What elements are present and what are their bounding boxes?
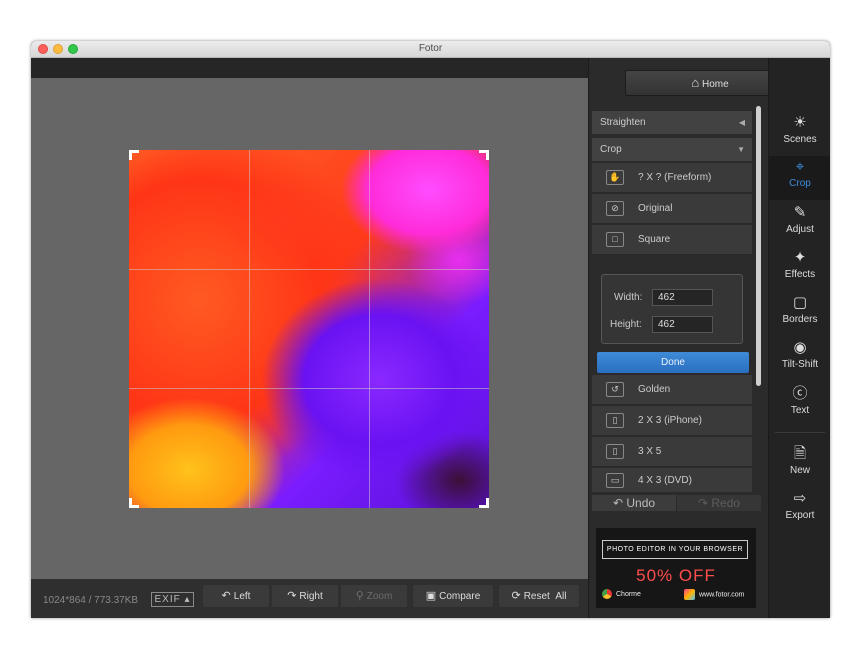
tool-new[interactable]: 🗎 New bbox=[769, 443, 830, 487]
promo-headline: PHOTO EDITOR IN YOUR BROWSER bbox=[602, 540, 748, 559]
photo-crop-area[interactable] bbox=[129, 150, 489, 508]
app-window: Fotor 1024*864 / 773.37KB EXIF ▴ ↶ Left ↷… bbox=[31, 41, 830, 618]
collapse-left-icon: ◀ bbox=[738, 118, 745, 127]
portrait-ratio-icon: ▯ bbox=[606, 444, 624, 459]
tool-rail: ☀ Scenes ⌖ Crop ✎ Adjust ✦ Effects ▢ Bor… bbox=[768, 58, 830, 618]
crop-panel: ⌂ Home Straighten ◀ Crop ▼ ✋ ? X ? (Free… bbox=[588, 58, 795, 618]
export-icon: ⇨ bbox=[793, 490, 807, 507]
tool-adjust[interactable]: ✎ Adjust bbox=[769, 202, 830, 246]
crop-handle-bottom-right[interactable] bbox=[479, 498, 489, 508]
ratio-3x5[interactable]: ▯ 3 X 5 bbox=[592, 437, 752, 467]
ratio-original[interactable]: ⊘ Original bbox=[592, 194, 752, 224]
crop-handle-top-right[interactable] bbox=[479, 150, 489, 160]
home-icon: ⌂ bbox=[691, 75, 700, 90]
tool-borders[interactable]: ▢ Borders bbox=[769, 292, 830, 336]
promo-browser: Chorme bbox=[602, 589, 641, 599]
rotate-right-icon: ↷ bbox=[287, 590, 297, 602]
crop-handle-top-left[interactable] bbox=[129, 150, 139, 160]
tool-export[interactable]: ⇨ Export bbox=[769, 488, 830, 532]
crop-size-box: Width: 462 Height: 462 bbox=[601, 274, 743, 344]
crop-grid-line bbox=[129, 269, 489, 270]
compare-icon: ▣ bbox=[425, 590, 437, 602]
fotor-logo-icon bbox=[684, 589, 695, 600]
portrait-ratio-icon: ▯ bbox=[606, 413, 624, 428]
title-bar: Fotor bbox=[31, 41, 830, 58]
ratio-2x3[interactable]: ▯ 2 X 3 (iPhone) bbox=[592, 406, 752, 436]
rotate-left-icon: ↶ bbox=[221, 590, 231, 602]
crop-grid-line bbox=[249, 150, 250, 508]
width-input[interactable]: 462 bbox=[652, 289, 713, 306]
image-dimensions: 1024*864 / 773.37KB bbox=[43, 595, 139, 606]
done-button[interactable]: Done bbox=[597, 352, 749, 373]
zoom-button[interactable]: ⚲ Zoom bbox=[341, 585, 407, 607]
chrome-logo-icon bbox=[602, 589, 612, 599]
new-file-icon: 🗎 bbox=[793, 445, 807, 462]
expand-down-icon: ▼ bbox=[737, 145, 745, 154]
ratio-square[interactable]: □ Square bbox=[592, 225, 752, 255]
undo-icon: ↶ bbox=[612, 496, 624, 510]
promo-offer: 50% OFF bbox=[636, 566, 716, 585]
crop-grid-line bbox=[129, 388, 489, 389]
zoom-icon: ⚲ bbox=[355, 590, 364, 602]
rail-divider bbox=[775, 432, 825, 433]
ratio-freeform[interactable]: ✋ ? X ? (Freeform) bbox=[592, 163, 752, 193]
crop-grid-line bbox=[369, 150, 370, 508]
rotate-right-button[interactable]: ↷ Right bbox=[272, 585, 338, 607]
sparkle-icon: ✦ bbox=[793, 249, 807, 266]
border-frame-icon: ▢ bbox=[792, 294, 808, 311]
straighten-section[interactable]: Straighten ◀ bbox=[592, 111, 752, 134]
tool-text[interactable]: ⓒ Text bbox=[769, 383, 830, 427]
ratio-golden[interactable]: ↺ Golden bbox=[592, 375, 752, 405]
promo-banner[interactable]: PHOTO EDITOR IN YOUR BROWSER 50% OFF Cho… bbox=[596, 528, 756, 608]
height-label: Height: bbox=[610, 319, 642, 330]
tool-crop[interactable]: ⌖ Crop bbox=[769, 156, 830, 200]
width-label: Width: bbox=[614, 292, 643, 303]
promo-site: www.fotor.com bbox=[684, 589, 745, 600]
exif-button[interactable]: EXIF ▴ bbox=[151, 592, 194, 607]
image-canvas bbox=[31, 78, 588, 579]
redo-button[interactable]: ↷ Redo bbox=[677, 495, 761, 511]
target-icon: ◉ bbox=[793, 339, 807, 356]
compare-button[interactable]: ▣ Compare bbox=[413, 585, 493, 607]
canvas-top-strip bbox=[31, 58, 588, 78]
tool-tilt-shift[interactable]: ◉ Tilt-Shift bbox=[769, 337, 830, 381]
panel-scrollbar[interactable] bbox=[756, 106, 761, 386]
ratio-4x3[interactable]: ▭ 4 X 3 (DVD) bbox=[592, 468, 752, 493]
golden-spiral-icon: ↺ bbox=[606, 382, 624, 397]
crop-handle-bottom-left[interactable] bbox=[129, 498, 139, 508]
window-title: Fotor bbox=[418, 43, 443, 54]
freeform-hand-icon: ✋ bbox=[606, 170, 624, 185]
rotate-left-button[interactable]: ↶ Left bbox=[203, 585, 269, 607]
pencil-icon: ✎ bbox=[793, 204, 807, 221]
undo-button[interactable]: ↶ Undo bbox=[592, 495, 676, 511]
height-input[interactable]: 462 bbox=[652, 316, 713, 333]
crop-icon: ⌖ bbox=[795, 158, 805, 175]
sun-icon: ☀ bbox=[793, 114, 807, 131]
original-ratio-icon: ⊘ bbox=[606, 201, 624, 216]
tool-effects[interactable]: ✦ Effects bbox=[769, 247, 830, 291]
crop-section[interactable]: Crop ▼ bbox=[592, 138, 752, 161]
reset-icon: ⟳ bbox=[511, 590, 521, 602]
landscape-ratio-icon: ▭ bbox=[606, 473, 624, 488]
reset-all-button[interactable]: ⟳ Reset All bbox=[499, 585, 579, 607]
redo-icon: ↷ bbox=[697, 496, 709, 510]
square-ratio-icon: □ bbox=[606, 232, 624, 247]
bottom-toolbar: 1024*864 / 773.37KB EXIF ▴ ↶ Left ↷ Right … bbox=[31, 579, 588, 618]
tool-scenes[interactable]: ☀ Scenes bbox=[769, 112, 830, 156]
text-box-icon: ⓒ bbox=[792, 385, 808, 402]
